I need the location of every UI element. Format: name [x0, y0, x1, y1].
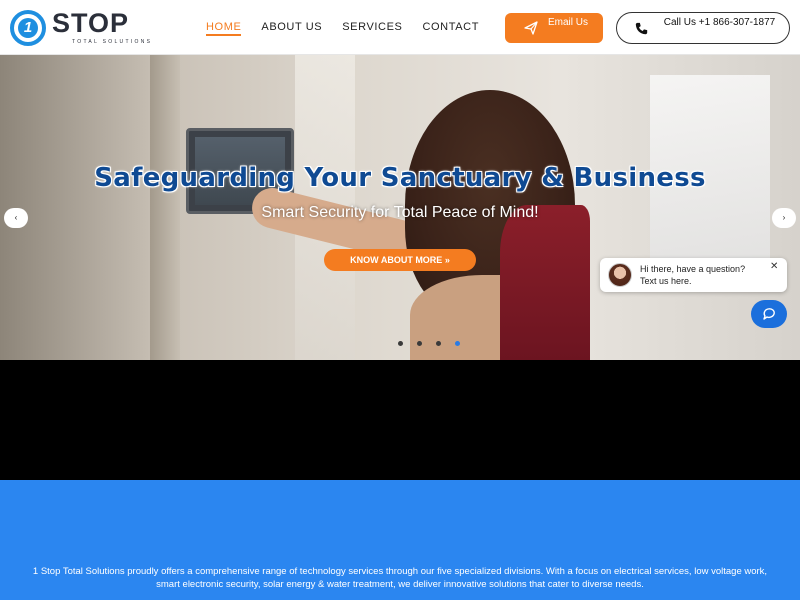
email-us-button[interactable]: Email Us [505, 13, 603, 43]
chat-icon [763, 308, 775, 320]
site-header: 1 STOP TOTAL SOLUTIONS HOME ABOUT US SER… [0, 0, 800, 55]
call-us-label: Call Us +1 866-307-1877 [663, 17, 776, 28]
main-nav: HOME ABOUT US SERVICES CONTACT [196, 0, 489, 55]
chat-prompt-message: Hi there, have a question? Text us here. [640, 264, 746, 286]
email-us-label: Email Us [547, 17, 588, 28]
slider-next-arrow-icon[interactable]: › [772, 208, 796, 228]
nav-item-about-us[interactable]: ABOUT US [261, 0, 322, 55]
site-logo[interactable]: 1 STOP TOTAL SOLUTIONS [10, 8, 160, 48]
logo-subtitle: TOTAL SOLUTIONS [72, 39, 153, 45]
hero-person-scarf-image [500, 205, 590, 360]
chat-prompt-bubble[interactable]: Hi there, have a question? Text us here.… [600, 258, 787, 292]
nav-item-home[interactable]: HOME [206, 0, 242, 55]
slider-prev-arrow-icon[interactable]: ‹ [4, 208, 28, 228]
slider-dot[interactable] [436, 341, 441, 346]
slider-dot-active[interactable] [455, 341, 460, 346]
call-us-button[interactable]: Call Us +1 866-307-1877 [616, 12, 790, 44]
logo-circle-icon: 1 [10, 10, 46, 46]
nav-item-services[interactable]: SERVICES [342, 0, 402, 55]
phone-icon [635, 22, 648, 35]
video-placeholder-band [0, 360, 800, 480]
hero-subtitle: Smart Security for Total Peace of Mind! [261, 204, 539, 221]
slider-dots [398, 341, 474, 346]
logo-number: 1 [18, 18, 38, 38]
send-icon [524, 21, 538, 35]
slider-dot[interactable] [417, 341, 422, 346]
chat-close-icon[interactable]: ✕ [770, 261, 778, 272]
nav-item-contact[interactable]: CONTACT [422, 0, 479, 55]
chat-agent-avatar [608, 263, 632, 287]
intro-text: 1 Stop Total Solutions proudly offers a … [32, 566, 768, 590]
hero-title: Safeguarding Your Sanctuary & Business [94, 163, 706, 193]
intro-section: 1 Stop Total Solutions proudly offers a … [0, 480, 800, 600]
hero-slider: Safeguarding Your Sanctuary & Business S… [0, 55, 800, 360]
chat-launcher-button[interactable] [751, 300, 787, 328]
logo-word: STOP [52, 8, 130, 38]
slider-dot[interactable] [398, 341, 403, 346]
know-about-more-button[interactable]: KNOW ABOUT MORE » [324, 249, 476, 271]
